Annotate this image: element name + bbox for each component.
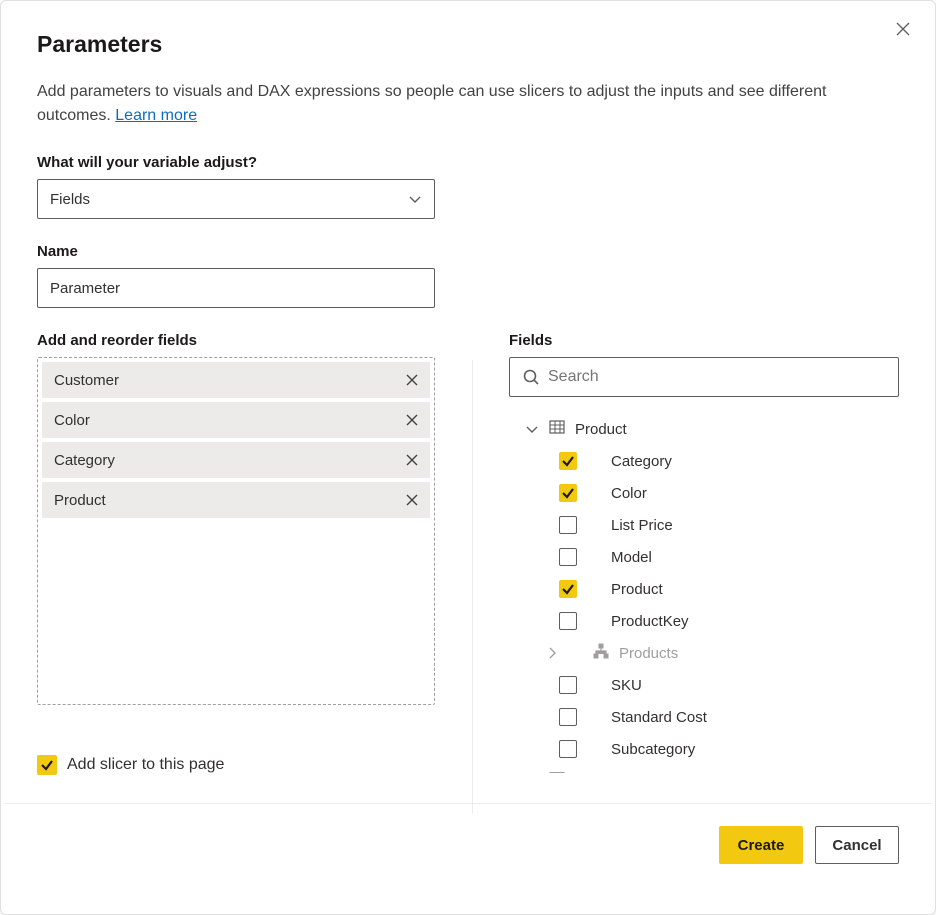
tree-column-row[interactable]: Standard Cost xyxy=(509,701,899,733)
tree-column-name: Product xyxy=(611,581,663,598)
remove-field-icon[interactable] xyxy=(404,492,420,508)
table-icon xyxy=(549,419,565,439)
column-checkbox[interactable] xyxy=(559,484,577,502)
column-checkbox[interactable] xyxy=(559,452,577,470)
create-button[interactable]: Create xyxy=(719,826,803,864)
column-checkbox[interactable] xyxy=(559,740,577,758)
tree-column-row[interactable]: Product xyxy=(509,573,899,605)
tree-column-row[interactable]: Color xyxy=(509,477,899,509)
add-slicer-label: Add slicer to this page xyxy=(67,756,224,774)
tree-column-name: List Price xyxy=(611,517,673,534)
tree-column-row[interactable]: Category xyxy=(509,445,899,477)
learn-more-link[interactable]: Learn more xyxy=(115,107,197,124)
select-value: Fields xyxy=(50,191,90,208)
field-pill[interactable]: Customer xyxy=(42,362,430,398)
cancel-button[interactable]: Cancel xyxy=(815,826,899,864)
tree-column-name: SKU xyxy=(611,677,642,694)
tree-column-row[interactable]: List Price xyxy=(509,509,899,541)
variable-adjust-label: What will your variable adjust? xyxy=(37,154,899,171)
reorder-label: Add and reorder fields xyxy=(37,332,435,349)
column-checkbox[interactable] xyxy=(559,548,577,566)
name-label: Name xyxy=(37,243,899,260)
search-icon xyxy=(522,368,540,386)
field-pill[interactable]: Product xyxy=(42,482,430,518)
chevron-right-icon[interactable] xyxy=(545,646,559,660)
chevron-down-icon xyxy=(408,192,422,206)
column-checkbox[interactable] xyxy=(559,708,577,726)
tree-column-row[interactable]: SKU xyxy=(509,669,899,701)
close-button[interactable] xyxy=(895,21,911,37)
dialog-description: Add parameters to visuals and DAX expres… xyxy=(37,80,899,128)
tree-column-name: Standard Cost xyxy=(611,709,707,726)
tree-table-name: Reseller xyxy=(575,773,630,774)
remove-field-icon[interactable] xyxy=(404,412,420,428)
fields-tree: Product Category Color xyxy=(509,413,899,773)
tree-column-name: Model xyxy=(611,549,652,566)
field-pill-label: Color xyxy=(54,412,90,429)
tree-column-row[interactable]: ProductKey xyxy=(509,605,899,637)
fields-column: Fields Product Category xyxy=(509,332,899,803)
field-pill-label: Customer xyxy=(54,372,119,389)
reorder-column: Add and reorder fields Customer Color Ca… xyxy=(37,332,435,803)
tree-column-name: Category xyxy=(611,453,672,470)
tree-hierarchy-row[interactable]: Products xyxy=(509,637,899,669)
tree-column-name: Products xyxy=(619,645,678,662)
column-checkbox[interactable] xyxy=(559,612,577,630)
column-checkbox[interactable] xyxy=(559,516,577,534)
tree-table-row[interactable]: Reseller xyxy=(509,765,899,773)
parameters-dialog: Parameters Add parameters to visuals and… xyxy=(0,0,936,915)
table-icon xyxy=(549,771,565,773)
name-input[interactable] xyxy=(50,280,422,297)
tree-column-row[interactable]: Subcategory xyxy=(509,733,899,765)
add-slicer-checkbox[interactable] xyxy=(37,755,57,775)
fields-search-input[interactable] xyxy=(548,368,886,386)
tree-table-row[interactable]: Product xyxy=(509,413,899,445)
dialog-footer: Create Cancel xyxy=(1,804,935,886)
variable-adjust-select[interactable]: Fields xyxy=(37,179,435,219)
name-input-wrapper xyxy=(37,268,435,308)
fields-label: Fields xyxy=(509,332,899,349)
field-pill-label: Category xyxy=(54,452,115,469)
add-slicer-row[interactable]: Add slicer to this page xyxy=(37,755,435,775)
reorder-fields-box[interactable]: Customer Color Category Product xyxy=(37,357,435,705)
remove-field-icon[interactable] xyxy=(404,452,420,468)
chevron-down-icon[interactable] xyxy=(525,422,539,436)
column-checkbox[interactable] xyxy=(559,580,577,598)
dialog-title: Parameters xyxy=(37,31,899,58)
column-divider xyxy=(435,332,509,803)
field-pill[interactable]: Color xyxy=(42,402,430,438)
hierarchy-icon xyxy=(593,643,609,663)
tree-table-name: Product xyxy=(575,421,627,438)
field-pill-label: Product xyxy=(54,492,106,509)
column-checkbox[interactable] xyxy=(559,676,577,694)
remove-field-icon[interactable] xyxy=(404,372,420,388)
fields-search-box[interactable] xyxy=(509,357,899,397)
tree-column-name: ProductKey xyxy=(611,613,689,630)
field-pill[interactable]: Category xyxy=(42,442,430,478)
tree-column-name: Color xyxy=(611,485,647,502)
tree-column-row[interactable]: Model xyxy=(509,541,899,573)
tree-column-name: Subcategory xyxy=(611,741,695,758)
